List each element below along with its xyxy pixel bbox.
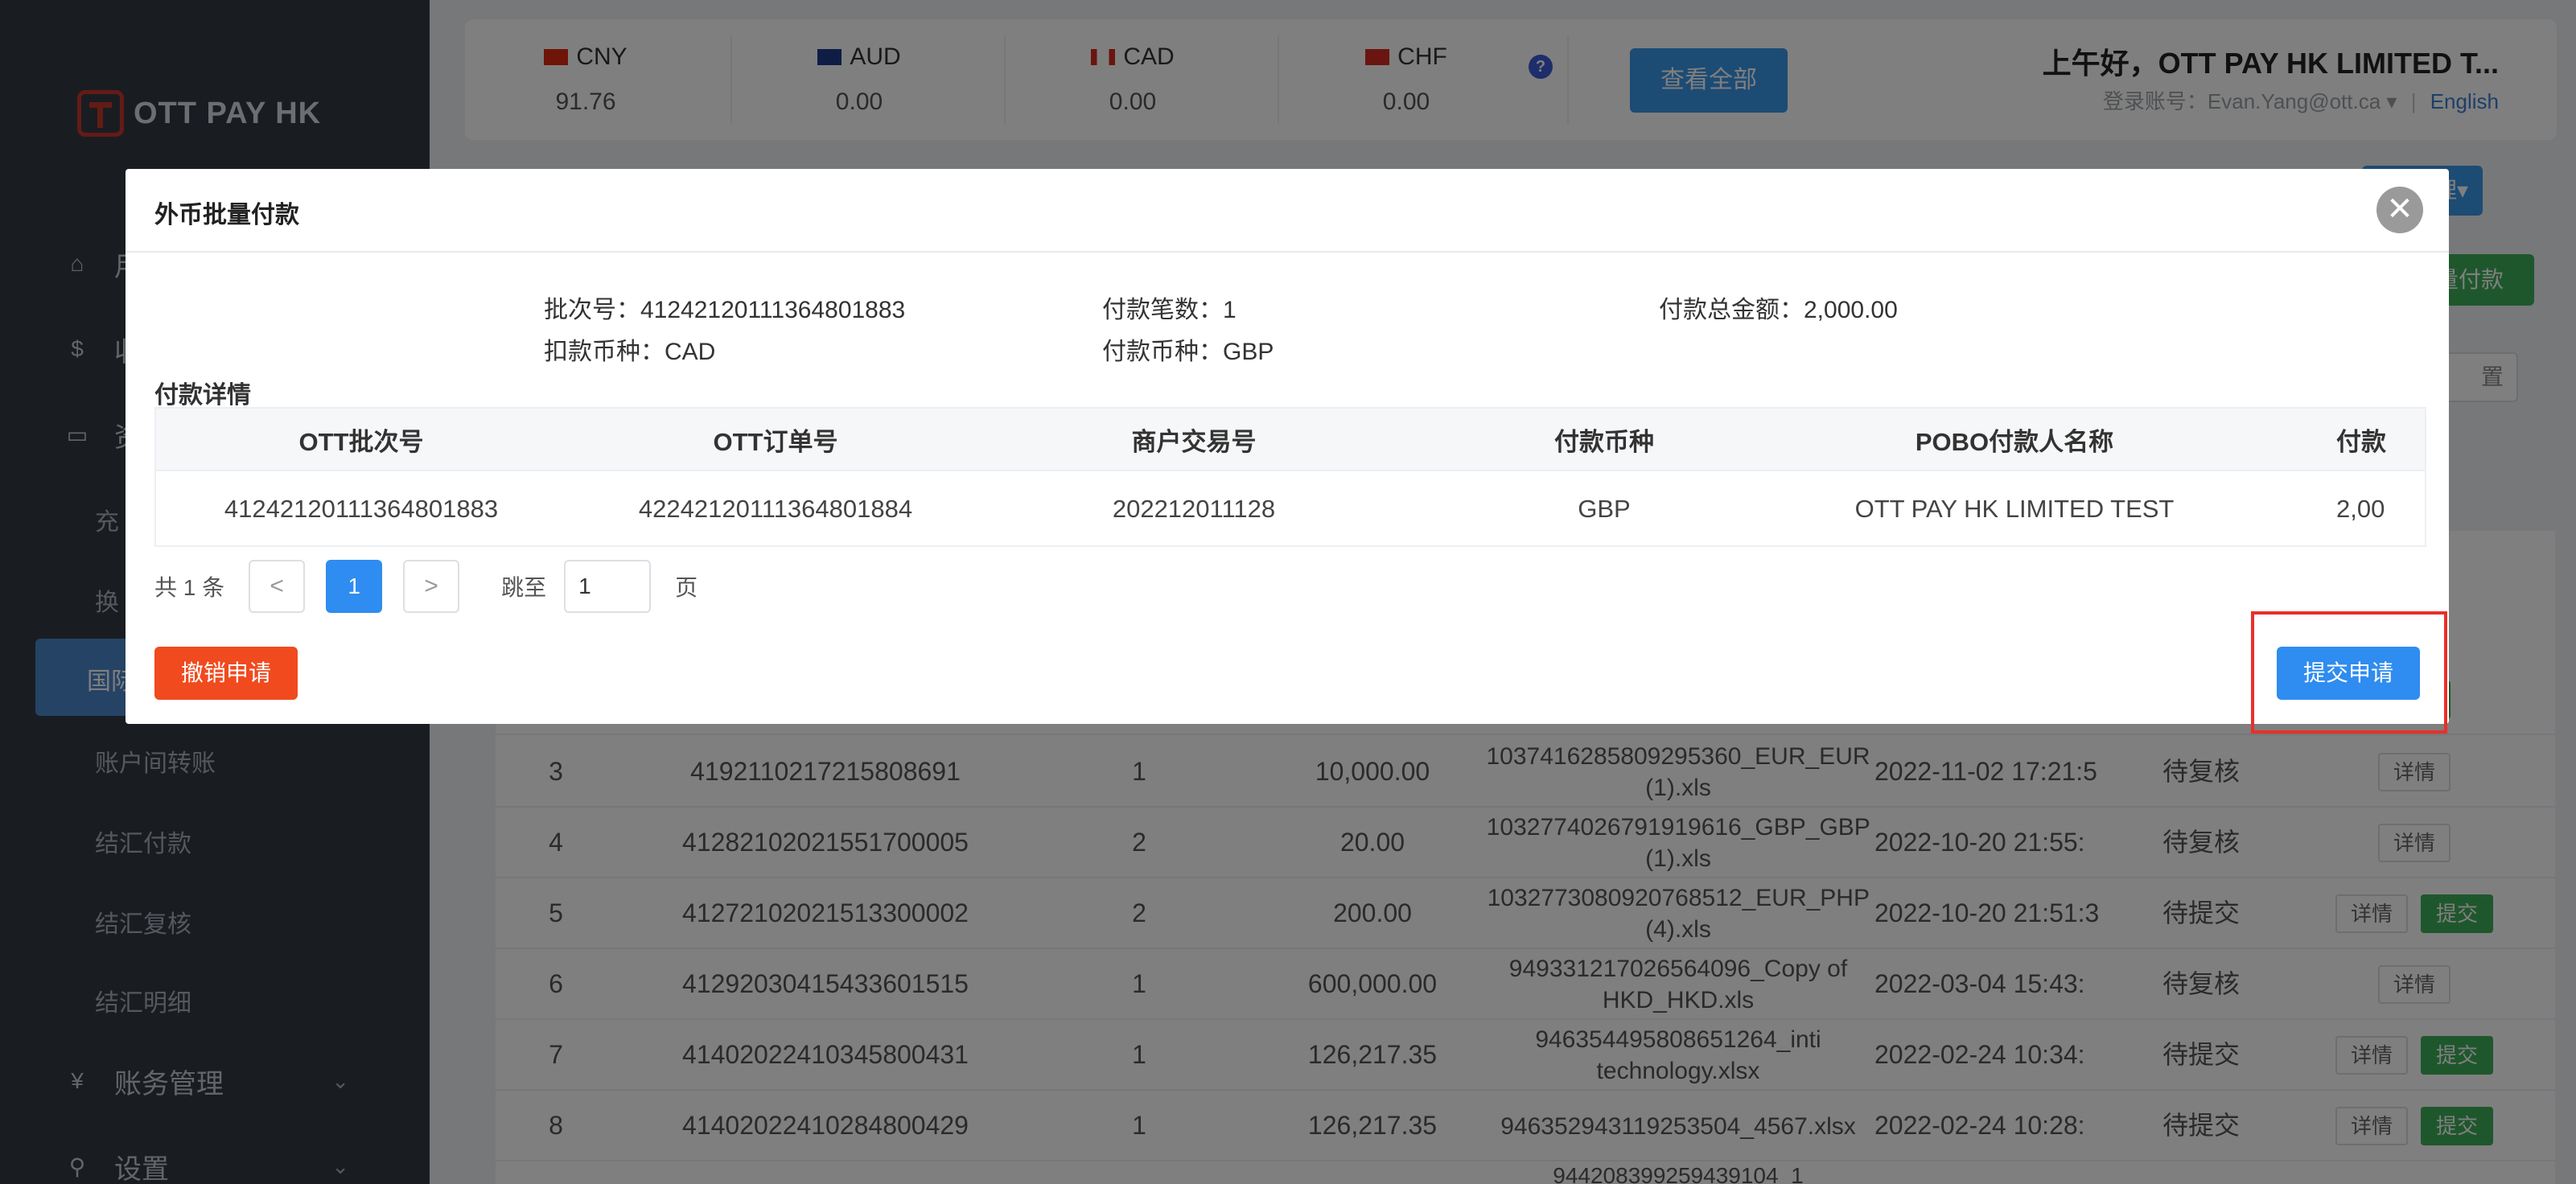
table-header: OTT批次号 OTT订单号 商户交易号 付款币种 POBO付款人名称 付款 [156,409,2425,471]
annotation-highlight-box [2251,611,2447,734]
page-jump-input[interactable] [564,560,652,613]
modal-header: 外币批量付款 ✕ [126,169,2449,253]
merchant-transaction-number: 202212011128 [1112,495,1276,523]
column-header: POBO付款人名称 [1915,427,2114,456]
next-page-button[interactable]: > [403,560,460,613]
cancel-application-button[interactable]: 撤销申请 [154,647,298,700]
payment-details-table: OTT批次号 OTT订单号 商户交易号 付款币种 POBO付款人名称 付款 41… [154,407,2426,547]
jump-to-label: 跳至 [501,575,547,600]
batch-payment-modal: 外币批量付款 ✕ 批次号：41242120111364801883 扣款币种：C… [126,169,2449,724]
payment-details-label: 付款详情 [154,382,251,409]
ott-order-number: 42242120111364801884 [638,495,913,523]
app-root: OTT PAY HK ⌂ 用 $ 收 ▭ 资 充 换 国际 账户间转账 结汇付款… [0,0,2576,1184]
payment-currency-info: 付款币种：GBP [1102,339,1274,365]
deduct-currency-info: 扣款币种：CAD [544,339,716,365]
prev-page-button[interactable]: < [249,560,306,613]
total-amount-info: 付款总金额：2,000.00 [1659,297,1898,323]
payment-count-info: 付款笔数：1 [1102,297,1237,323]
pobo-payer-name: OTT PAY HK LIMITED TEST [1854,495,2175,523]
column-header: 付款 [2336,427,2386,456]
ott-batch-number: 41242120111364801883 [224,495,499,523]
table-row: 41242120111364801883 4224212011136480188… [156,471,2425,545]
page-1-button[interactable]: 1 [326,560,383,613]
column-header: OTT订单号 [713,427,838,456]
column-header: 商户交易号 [1131,427,1257,456]
batch-number-info: 批次号：41242120111364801883 [544,297,906,323]
payment-currency: GBP [1578,495,1631,523]
column-header: 付款币种 [1554,427,1654,456]
total-count: 共 1 条 [154,575,225,600]
modal-title: 外币批量付款 [154,202,299,228]
column-header: OTT批次号 [298,427,424,456]
payment-amount: 2,00 [2336,495,2385,523]
close-icon[interactable]: ✕ [2376,187,2423,233]
pagination: 共 1 条 < 1 > 跳至 页 [154,560,697,613]
page-suffix: 页 [675,575,698,600]
